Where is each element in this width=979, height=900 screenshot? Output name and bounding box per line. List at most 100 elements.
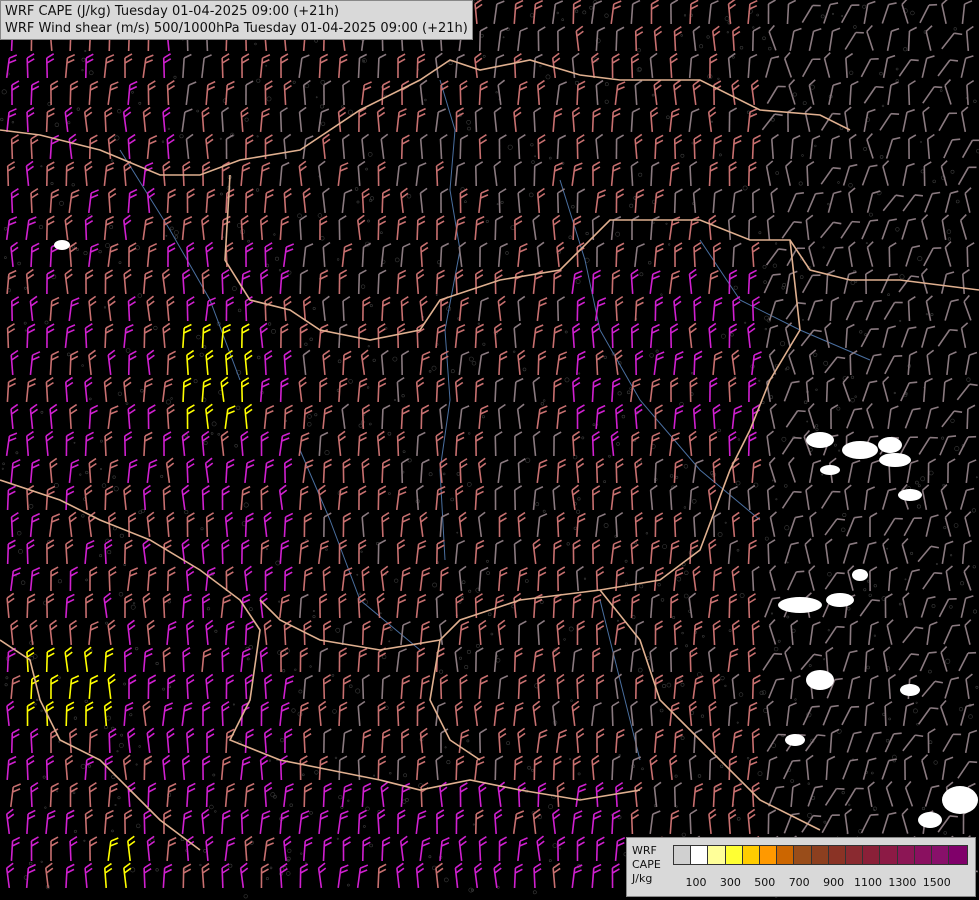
barb-staff — [439, 570, 443, 592]
barb-staff — [455, 273, 458, 295]
barb-staff — [342, 84, 345, 106]
barb-staff — [416, 219, 419, 241]
barb-staff — [552, 381, 556, 403]
barb-staff — [10, 192, 14, 214]
barb-staff — [747, 543, 751, 565]
barb-staff — [104, 543, 107, 565]
barb-staff — [825, 273, 829, 295]
barb-staff — [615, 516, 618, 538]
barb-staff — [381, 300, 384, 322]
barb-staff — [6, 165, 10, 187]
barb-staff — [630, 489, 634, 511]
barb-staff — [283, 516, 287, 538]
barb-staff — [6, 489, 10, 511]
barb-staff — [556, 300, 560, 322]
barb-staff — [806, 165, 809, 187]
barb-staff — [494, 219, 497, 241]
barb-staff — [377, 57, 380, 79]
barb-staff — [572, 597, 575, 619]
barb-staff — [459, 462, 462, 484]
barb-staff — [104, 489, 107, 511]
barb-staff — [634, 300, 638, 322]
barb-staff — [182, 165, 185, 187]
barb-staff — [767, 543, 770, 565]
barb-staff — [435, 381, 439, 403]
barb-staff — [556, 192, 560, 214]
barb-staff — [84, 435, 88, 457]
barb-staff — [162, 543, 166, 565]
barb-staff — [377, 273, 380, 295]
barb-staff — [849, 354, 852, 376]
barb-staff — [338, 327, 341, 349]
barb-staff — [556, 138, 560, 160]
barb-staff — [611, 327, 614, 349]
barb-staff — [244, 516, 248, 538]
barb-staff — [907, 84, 911, 106]
barb-staff — [459, 84, 462, 106]
barb-staff — [201, 489, 205, 511]
barb-staff — [225, 462, 228, 484]
barb-staff — [162, 57, 166, 79]
barb-staff — [595, 570, 599, 592]
barb-staff — [498, 354, 501, 376]
barb-staff — [907, 300, 911, 322]
barb-staff — [907, 30, 911, 52]
barb-staff — [361, 192, 365, 214]
barb-staff — [10, 516, 14, 538]
barb-staff — [693, 246, 696, 268]
barb-staff — [630, 57, 634, 79]
barb-staff — [552, 273, 556, 295]
barb-staff — [517, 462, 521, 484]
barb-staff — [162, 597, 166, 619]
barb-staff — [455, 597, 458, 619]
barb-staff — [264, 246, 267, 268]
barb-staff — [712, 246, 716, 268]
barb-staff — [143, 435, 146, 457]
barb-staff — [69, 84, 72, 106]
barb-staff — [400, 462, 404, 484]
barb-staff — [221, 543, 224, 565]
barb-staff — [166, 354, 170, 376]
barb-staff — [634, 516, 638, 538]
barb-staff — [728, 273, 731, 295]
barb-staff — [318, 57, 322, 79]
barb-staff — [634, 30, 638, 52]
barb-staff — [673, 30, 677, 52]
barb-staff — [474, 327, 478, 349]
barb-staff — [474, 111, 478, 133]
barb-staff — [689, 543, 692, 565]
barb-staff — [30, 192, 33, 214]
barb-staff — [26, 57, 29, 79]
barb-staff — [517, 138, 521, 160]
barb-staff — [342, 300, 345, 322]
barb-staff — [533, 111, 536, 133]
barb-staff — [693, 354, 696, 376]
barb-staff — [673, 138, 677, 160]
map-background — [0, 0, 979, 900]
barb-staff — [474, 381, 478, 403]
barb-staff — [381, 408, 384, 430]
barb-staff — [435, 165, 439, 187]
barb-staff — [513, 543, 517, 565]
barb-staff — [6, 543, 10, 565]
barb-staff — [751, 138, 755, 160]
barb-staff — [673, 516, 677, 538]
barb-staff — [65, 489, 68, 511]
barb-staff — [513, 165, 517, 187]
barb-staff — [615, 246, 618, 268]
barb-staff — [572, 219, 575, 241]
barb-staff — [654, 138, 657, 160]
barb-staff — [478, 84, 482, 106]
barb-staff — [357, 57, 361, 79]
barb-staff — [26, 597, 29, 619]
barb-staff — [381, 84, 384, 106]
barb-staff — [728, 435, 731, 457]
barb-staff — [279, 381, 283, 403]
barb-staff — [650, 165, 653, 187]
barb-staff — [459, 138, 462, 160]
barb-staff — [338, 597, 341, 619]
barb-staff — [576, 84, 579, 106]
barb-staff — [396, 543, 400, 565]
barb-staff — [689, 165, 692, 187]
barb-staff — [400, 408, 404, 430]
